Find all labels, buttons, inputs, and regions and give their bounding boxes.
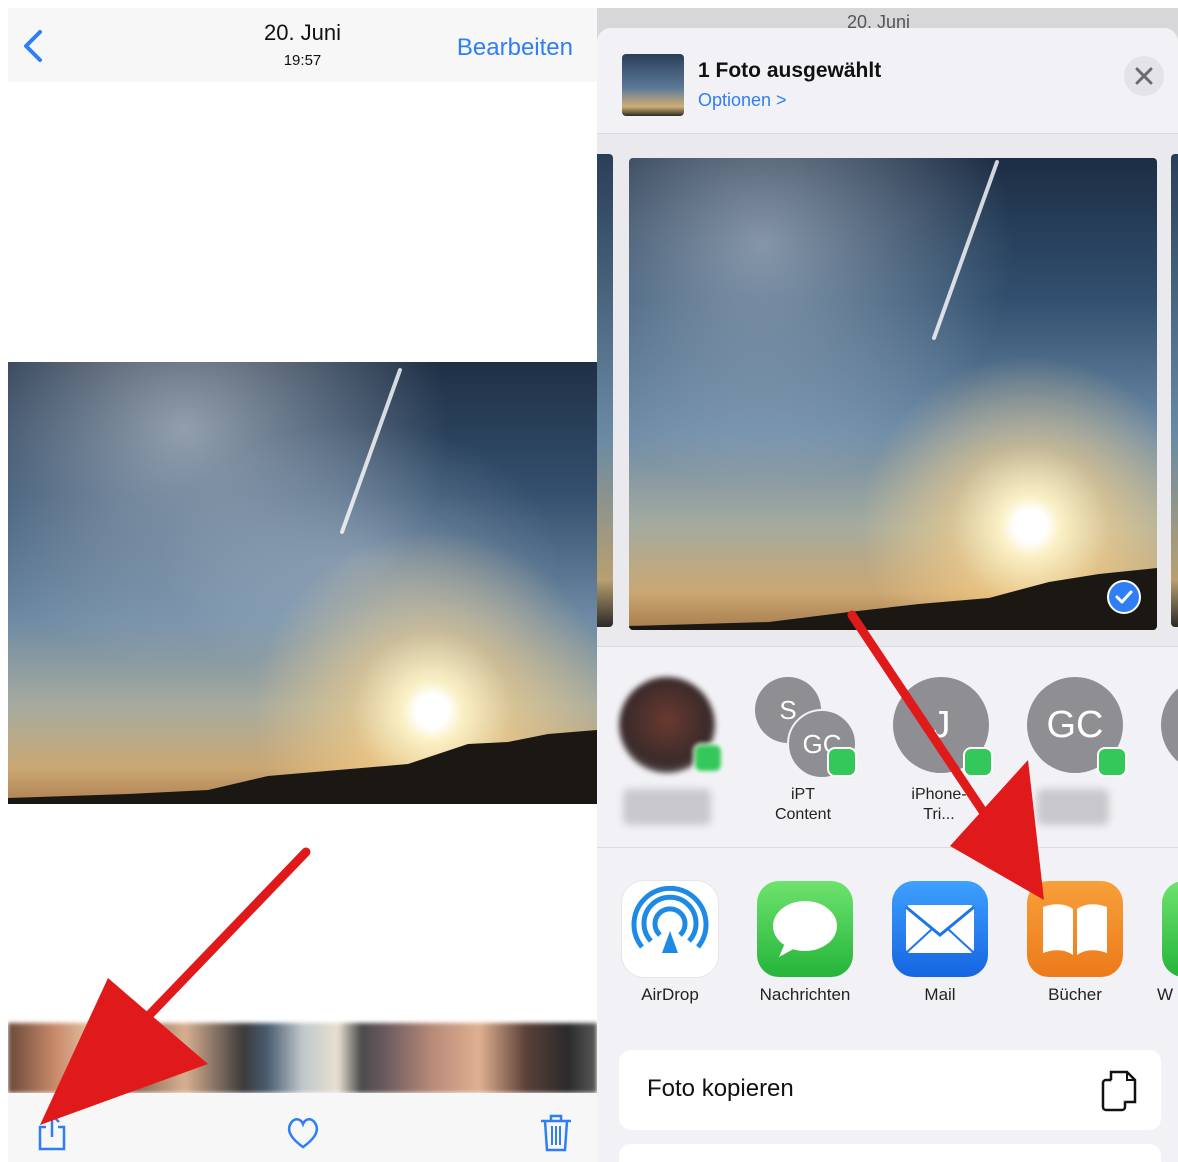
app-airdrop[interactable]: AirDrop xyxy=(605,881,725,1021)
next-photo[interactable] xyxy=(1171,154,1178,627)
share-sheet-view: 20. Juni 1 Foto ausgewählt Optionen > S … xyxy=(597,8,1178,1162)
messages-badge-icon xyxy=(963,747,993,777)
selected-photo-thumbnail xyxy=(622,54,684,116)
share-apps-row: AirDrop Nachrichten Mail Bücher W xyxy=(597,848,1178,1028)
navigation-bar: 20. Juni 19:57 Bearbeiten xyxy=(8,8,597,82)
suggested-contacts-row: S GC iPT Content J iPhone- Tri... GC xyxy=(597,647,1178,848)
app-mail[interactable]: Mail xyxy=(875,881,995,1021)
next-action-row[interactable] xyxy=(619,1144,1161,1162)
app-label: Nachrichten xyxy=(759,985,851,1004)
contact-label-line: iPhone- xyxy=(911,786,967,803)
trash-icon[interactable] xyxy=(538,1113,574,1153)
contact-label: iPhone- Tri... xyxy=(879,785,999,825)
edit-button[interactable]: Bearbeiten xyxy=(457,34,573,62)
contact-suggestion[interactable]: J iPhone- Tri... xyxy=(879,677,999,837)
partial-app-icon xyxy=(1162,881,1178,977)
contact-label-line: iPT xyxy=(791,786,815,803)
close-icon xyxy=(1135,67,1153,85)
avatar xyxy=(1161,677,1178,773)
contact-label-line: Tri... xyxy=(923,806,955,823)
selected-checkmark-icon[interactable] xyxy=(1107,580,1141,614)
share-sheet-header: 1 Foto ausgewählt Optionen > xyxy=(597,28,1178,134)
close-button[interactable] xyxy=(1124,56,1164,96)
selection-title: 1 Foto ausgewählt xyxy=(698,59,882,82)
contact-label xyxy=(623,789,711,825)
mail-icon xyxy=(892,881,988,977)
contact-suggestion[interactable] xyxy=(605,677,725,837)
photo-detail-view: 20. Juni 19:57 Bearbeiten xyxy=(8,8,597,1162)
airdrop-icon xyxy=(622,881,718,977)
main-photo[interactable] xyxy=(8,362,597,804)
bottom-toolbar xyxy=(8,1093,597,1162)
app-label: Mail xyxy=(924,985,956,1004)
messages-badge-icon xyxy=(693,743,723,773)
messages-badge-icon xyxy=(1097,747,1127,777)
app-partial[interactable]: W xyxy=(1145,881,1178,1021)
contact-label: iPT Content xyxy=(743,785,863,825)
action-label: Foto kopieren xyxy=(647,1075,794,1102)
share-icon[interactable] xyxy=(34,1113,70,1153)
app-label: W xyxy=(1156,985,1174,1004)
thumbnail-strip[interactable] xyxy=(8,1023,597,1093)
selected-photo[interactable] xyxy=(629,158,1157,630)
mountain-silhouette xyxy=(629,568,1157,630)
app-messages[interactable]: Nachrichten xyxy=(740,881,860,1021)
copy-photo-action[interactable]: Foto kopieren xyxy=(619,1050,1161,1130)
contact-label-line: Content xyxy=(774,806,832,823)
contact-suggestion[interactable]: S GC iPT Content xyxy=(743,677,863,837)
options-link[interactable]: Optionen > xyxy=(698,90,787,111)
contact-label xyxy=(1037,789,1109,825)
contact-suggestion[interactable]: GC xyxy=(1013,677,1133,837)
share-sheet: 1 Foto ausgewählt Optionen > S GC iPT Co… xyxy=(597,28,1178,1162)
app-label: AirDrop xyxy=(641,985,699,1004)
copy-icon xyxy=(1101,1070,1137,1112)
photo-carousel[interactable] xyxy=(597,134,1178,647)
mountain-silhouette xyxy=(8,730,597,804)
contact-suggestion[interactable] xyxy=(1147,677,1178,837)
books-icon xyxy=(1027,881,1123,977)
messages-icon xyxy=(757,881,853,977)
previous-photo[interactable] xyxy=(597,154,613,627)
messages-badge-icon xyxy=(827,747,857,777)
heart-icon[interactable] xyxy=(285,1113,321,1153)
